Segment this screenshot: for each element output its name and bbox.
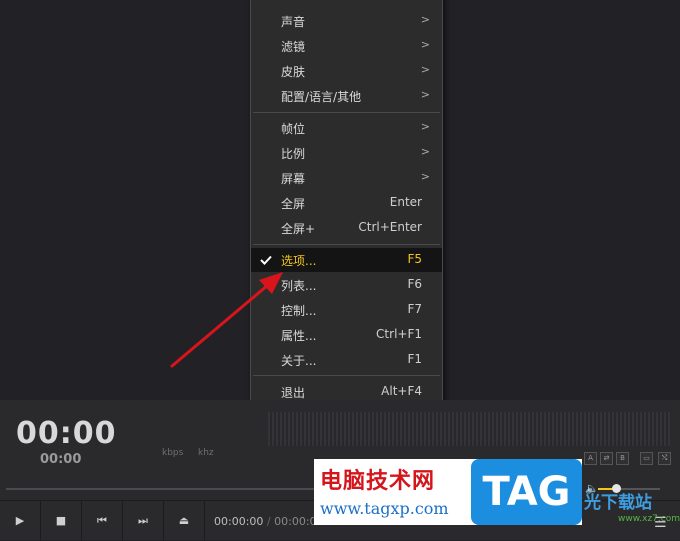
annotation-arrow (170, 272, 283, 368)
